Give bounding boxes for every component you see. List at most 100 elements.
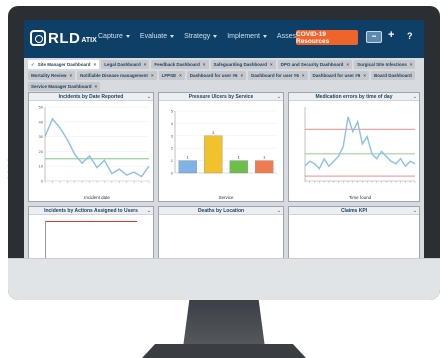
tab-label: Dashboard for user #6 [312,73,361,78]
close-icon[interactable]: × [302,73,305,78]
bar [229,160,248,174]
close-icon[interactable]: × [179,73,182,78]
panel-menu-icon[interactable]: ⌄ [277,93,281,101]
panel-claims-kpi: Claims KPI ⌄ [288,206,420,258]
panel-menu-icon[interactable]: ⌄ [413,93,417,101]
logo-suffix: ATIX [81,37,97,44]
panel-menu-icon[interactable]: ⌄ [147,93,151,101]
medication-errors-line-chart: Time found [304,107,416,200]
chevron-down-icon [213,35,218,38]
monitor-chin [8,258,440,300]
tab-label: Notifiable Disease management [80,73,148,78]
x-axis-title: Time found [349,195,372,200]
help-icon[interactable]: ? [407,31,413,41]
chevron-down-icon [262,35,267,38]
panel-title-text: Pressure Ulcers by Service [188,94,254,100]
tab[interactable]: Mortality Review × [28,71,76,80]
y-tick-label: 40 [39,119,44,124]
panel-title-text: Incidents by Date Reported [58,94,124,100]
y-tick-label: 3 [171,133,174,138]
close-icon[interactable]: × [363,73,366,78]
tab[interactable]: Feedback Dashboard × [151,60,209,69]
logo[interactable]: RLD ATIX [30,28,97,48]
panel-menu-icon[interactable]: ⌄ [413,207,417,215]
series-line [44,117,150,178]
y-tick-label: 2 [171,146,174,151]
tab-label: Dashboard for user #6 [251,73,299,78]
tab[interactable]: Dashboard for user #6 × [186,71,247,80]
nav-item-label: Evaluate [139,33,168,40]
tab[interactable]: Service Manager Dashboard × [28,82,101,91]
chart-placeholder [45,221,137,258]
y-tick-label: 20 [39,149,44,154]
panel-incidents-by-actions: Incidents by Actions Assigned to Users ⌄ [28,206,154,258]
monitor-base [142,344,306,358]
panel-medication-errors: Medication errors by time of day ⌄ Time … [288,92,420,202]
panel-title: Pressure Ulcers by Service ⌄ [159,93,283,101]
tab[interactable]: Dashboard for user #6 × [309,71,369,80]
dashboard-tabs: ✔ Site Manager Dashboard × Legal Dashboard ×… [28,60,422,91]
nav-item-label: Strategy [184,33,211,40]
bar-data-label: 1 [187,155,190,160]
panel-incidents-by-date: Incidents by Date Reported ⌄ 0 10 20 30 40 50… [28,92,154,202]
close-icon[interactable]: × [94,62,97,67]
close-icon[interactable]: × [346,62,349,67]
y-tick-label: 0 [41,179,44,184]
nav-item-label: Capture [98,33,123,40]
x-axis-title: Service [218,195,234,200]
user-icon[interactable]: ▪▪ [366,31,382,43]
tab[interactable]: Board Dashboard [370,71,415,80]
nav-item-capture[interactable]: Capture [98,33,130,40]
tab[interactable]: Surgical Site Infections × [354,60,416,69]
tab[interactable]: Safeguarding Dashboard × [210,60,276,69]
nav-item-implement[interactable]: Implement [227,33,267,40]
panel-deaths-by-location: Deaths by Location ⌄ [158,206,284,258]
bar-data-label: 1 [238,155,241,160]
tab[interactable]: Notifiable Disease management × [77,71,157,80]
close-icon[interactable]: × [144,62,147,67]
plus-icon[interactable]: + [388,29,394,41]
close-icon[interactable]: × [270,62,273,67]
nav-item-strategy[interactable]: Strategy [184,33,218,40]
close-icon[interactable]: × [70,73,73,78]
bar-data-label: 3 [212,130,215,135]
close-icon[interactable]: × [151,73,154,78]
tab[interactable]: Dashboard for user #6 × [248,71,308,80]
tab[interactable]: LFPSE × [158,71,185,80]
close-icon[interactable]: × [410,62,413,67]
y-tick-label: 0 [171,171,174,176]
panel-title: Claims KPI ⌄ [289,207,419,215]
panel-title-text: Deaths by Location [197,208,245,214]
panel-title-text: Claims KPI [340,208,368,214]
chevron-down-icon [125,35,130,38]
pressure-ulcers-bar-chart: 0 1 2 3 4 5 1 3 1 1 Service [171,109,277,200]
check-icon: ✔ [31,61,35,67]
x-axis-title: Incident date [84,195,110,200]
tab-label: Legal Dashboard [104,62,141,67]
close-icon[interactable]: × [241,73,244,78]
y-tick-label: 30 [39,134,44,139]
close-icon[interactable]: × [95,84,98,89]
panel-title-text: Incidents by Actions Assigned to Users [44,208,138,214]
tab[interactable]: Legal Dashboard × [101,60,150,69]
panel-pressure-ulcers: Pressure Ulcers by Service ⌄ 0 1 2 3 4 5 1 3 1 1 S… [158,92,284,202]
tab-label: Mortality Review [31,73,67,78]
logo-mark-icon [30,30,46,46]
panel-menu-icon[interactable]: ⌄ [277,207,281,215]
logo-text: RLD [48,29,81,47]
nav-item-evaluate[interactable]: Evaluate [139,33,175,40]
close-icon[interactable]: × [203,62,206,67]
panel-title: Incidents by Date Reported ⌄ [29,93,153,101]
bar [204,135,223,174]
tab-label: DPO and Security Dashboard [280,62,344,67]
tab[interactable]: ✔ Site Manager Dashboard × [28,60,100,69]
panel-title-text: Medication errors by time of day [315,94,393,100]
panel-menu-icon[interactable]: ⌄ [147,207,151,215]
tab[interactable]: DPO and Security Dashboard × [277,60,353,69]
y-tick-label: 1 [171,158,174,163]
chevron-down-icon [170,35,175,38]
covid-resources-button[interactable]: COVID-19 Resources [296,30,358,45]
main-menu: Capture Evaluate Strategy Implement Assess [98,33,307,40]
panel-title: Incidents by Actions Assigned to Users ⌄ [29,207,153,215]
y-tick-label: 4 [171,121,174,126]
